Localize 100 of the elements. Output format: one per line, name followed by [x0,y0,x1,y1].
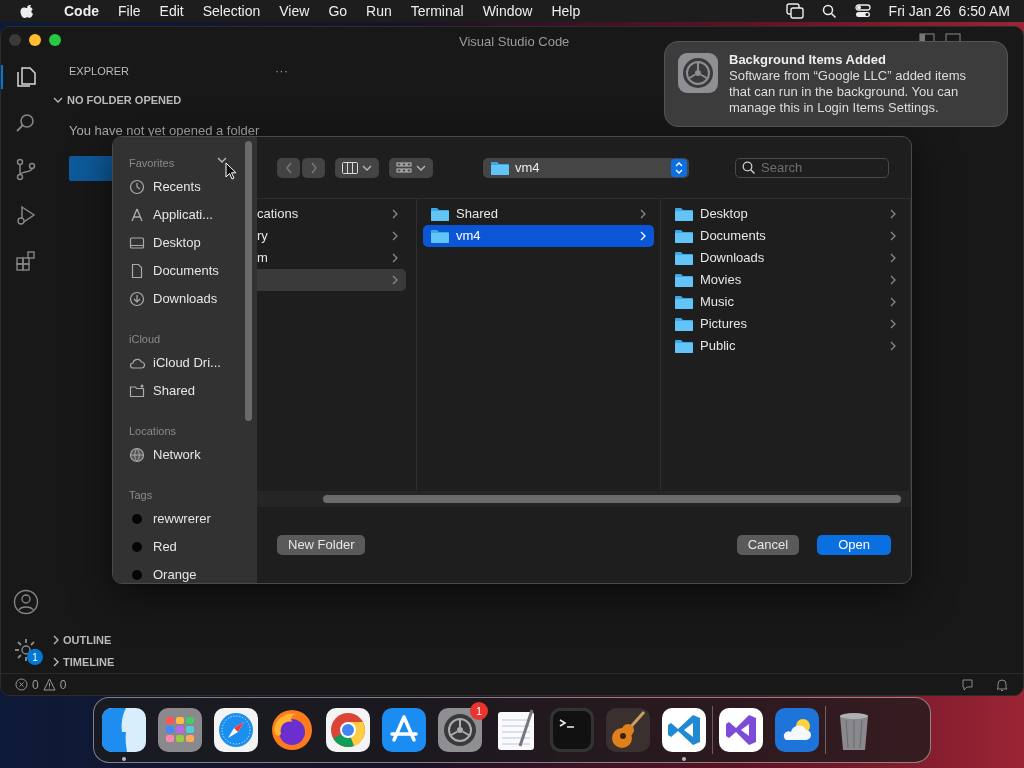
folder-icon [675,295,693,309]
app-grid-icon[interactable] [158,708,202,752]
chevron-down-icon [416,164,426,171]
menu-item[interactable]: Help [551,0,581,22]
window-minimize-button[interactable] [29,34,41,46]
folder-row[interactable]: Downloads [667,247,904,269]
control-center-icon[interactable] [854,4,871,18]
location-popup[interactable]: vm4 [483,157,689,178]
tag-dot-icon[interactable] [129,567,145,583]
chevron-down-icon [362,164,372,171]
files-icon[interactable] [14,65,38,89]
folder-icon [675,317,693,331]
folder-row[interactable]: ry [257,225,406,247]
section-header[interactable]: TIMELINE [49,651,309,673]
group-button[interactable] [389,157,433,178]
sidebar-item[interactable]: rewwrerer [153,509,211,529]
notifications-icon[interactable] [995,677,1009,692]
menu-bar-clock[interactable]: Fri Jan 26 6:50 AM [888,0,1010,22]
chevron-right-icon [392,231,398,241]
scrollbar-thumb[interactable] [323,495,901,503]
menu-item[interactable]: Edit [159,0,184,22]
section-header[interactable]: OUTLINE [49,629,309,651]
download-icon[interactable] [129,291,145,307]
new-folder-button[interactable]: New Folder [277,535,366,555]
menu-item[interactable]: File [118,0,141,22]
sidebar-item[interactable]: Downloads [153,289,218,309]
document-icon[interactable] [129,263,145,279]
view-mode-button[interactable] [335,157,379,178]
globe-icon[interactable] [270,708,314,752]
folder-row[interactable]: Desktop [667,203,904,225]
extensions-icon[interactable] [14,249,38,273]
chevron-right-icon [640,231,646,241]
source-control-icon[interactable] [14,157,38,181]
stepper-icon [671,158,687,177]
app-tile-icon[interactable] [102,708,146,752]
notification-banner[interactable]: Background Items Added Software from “Google LLC” added items that can run in the background. You can manage this in Login Items Settings. [664,41,1008,127]
code-editor-icon[interactable] [662,708,706,752]
folder-icon [675,273,693,287]
sidebar-item[interactable]: Shared [153,381,195,401]
error-count[interactable]: 0 [32,675,39,694]
folder-row[interactable]: Shared [423,203,654,225]
account-icon[interactable] [13,589,39,615]
chevron-right-icon [392,209,398,219]
menu-item[interactable]: Window [482,0,533,22]
menu-item[interactable]: Selection [202,0,261,22]
folder-icon [431,207,449,221]
folder-row[interactable]: Music [667,291,904,313]
tag-dot-icon[interactable] [129,511,145,527]
folder-row[interactable]: vm4 [423,225,654,247]
menu-item[interactable]: Run [366,0,392,22]
folder-row[interactable]: Public [667,335,904,357]
chevron-right-icon [53,635,59,645]
sidebar-item[interactable]: Network [153,445,201,465]
sidebar-item[interactable]: Desktop [153,233,201,253]
compass-tool-icon[interactable] [129,207,145,223]
chevron-right-icon [640,209,646,219]
warning-count[interactable]: 0 [59,675,67,694]
cloud-sun-icon[interactable] [775,708,819,752]
folder-row[interactable]: m [257,247,406,269]
sidebar-item[interactable]: Red [153,537,177,557]
menu-item[interactable]: View [279,0,310,22]
folder-row[interactable]: Movies [667,269,904,291]
more-actions-button[interactable]: ··· [275,61,288,81]
cancel-button[interactable]: Cancel [736,535,800,555]
window-zoom-button[interactable] [49,34,61,46]
folder-row[interactable]: Documents [667,225,904,247]
run-debug-icon[interactable] [14,203,38,227]
guitar-icon[interactable] [606,708,650,752]
section-label: Tags [129,488,153,501]
window-title: Visual Studio Code [459,33,570,51]
search-field[interactable]: Search [735,157,889,178]
folder-row[interactable]: Pictures [667,313,904,335]
search-icon[interactable] [821,3,837,19]
accounts-feedback-icon[interactable] [961,677,975,692]
gear-icon[interactable] [438,708,482,752]
screen-mirroring-icon[interactable] [785,3,804,19]
sidebar-item[interactable]: Recents [153,177,201,197]
ring-logo-icon[interactable] [326,708,370,752]
compass-icon[interactable] [214,708,258,752]
sidebar-item[interactable]: Orange [153,565,197,583]
folder-icon [675,229,693,243]
search-input[interactable]: Search [761,157,881,178]
section-header[interactable]: NO FOLDER OPENED [49,89,309,111]
tag-dot-icon[interactable] [129,539,145,555]
folder-row[interactable]: cations [257,203,406,225]
clock-icon[interactable] [129,179,145,195]
open-button[interactable]: Open [817,535,891,555]
section-label: iCloud [129,332,161,345]
sidebar-item[interactable]: Applicati... [153,205,213,225]
a-shape-icon[interactable] [382,708,426,752]
display-icon[interactable] [129,235,145,251]
scrollbar-thumb[interactable] [245,141,252,421]
sidebar-item[interactable]: Documents [153,261,219,281]
menu-item[interactable]: Terminal [410,0,464,22]
globe-icon[interactable] [129,447,145,463]
app-menu[interactable]: Code [64,0,99,22]
shared-folder-icon[interactable] [129,383,145,399]
error-icon [15,678,28,691]
menu-item[interactable]: Go [328,0,348,22]
sidebar-item[interactable]: iCloud Dri... [153,353,221,373]
